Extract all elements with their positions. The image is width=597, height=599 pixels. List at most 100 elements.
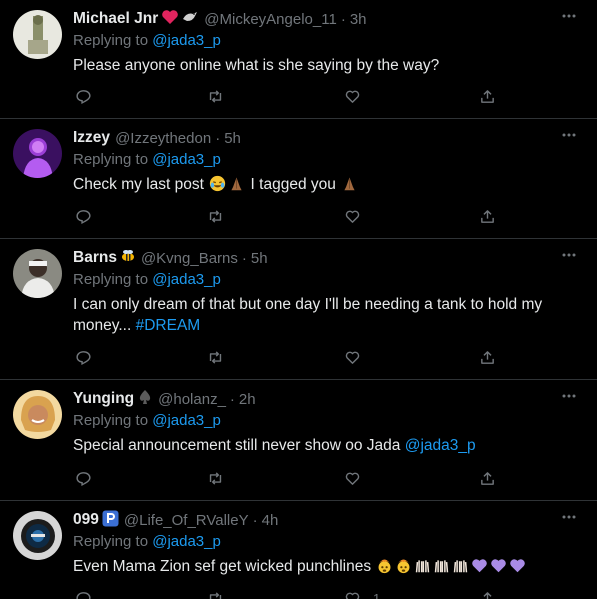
avatar[interactable] [13,129,62,178]
tweet[interactable]: Barns @Kvng_Barns · 5h Replying to @jada… [0,239,597,380]
reply-button[interactable] [75,86,95,106]
timestamp[interactable]: 5h [224,130,241,147]
more-options-icon[interactable] [561,512,577,522]
purple-heart-emoji [490,557,507,574]
more-options-icon[interactable] [561,250,577,260]
reply-button[interactable] [75,588,95,599]
raised-hands-emoji [452,557,469,574]
purple-heart-emoji [509,557,526,574]
replying-to: Replying to @jada3_p [73,32,577,52]
like-button[interactable] [344,86,364,106]
eagle-icon [181,9,199,29]
handle[interactable]: @Kvng_Barns [141,250,238,267]
timestamp[interactable]: 3h [350,11,367,28]
exploding-head-emoji [376,557,393,574]
display-name[interactable]: Michael Jnr [73,10,158,28]
replying-to: Replying to @jada3_p [73,271,577,291]
hashtag-link[interactable]: #DREAM [136,317,201,334]
tweet-text: Even Mama Zion sef get wicked punchlines [73,556,577,577]
display-name[interactable]: Barns [73,249,117,267]
replying-to-mention[interactable]: @jada3_p [152,533,221,550]
purple-heart-emoji [471,557,488,574]
handle[interactable]: @MickeyAngelo_11 [204,11,337,28]
tweet[interactable]: Izzey @Izzeythedon · 5h Replying to @jad… [0,119,597,239]
replying-to-mention[interactable]: @jada3_p [152,412,221,429]
reply-button[interactable] [75,347,95,367]
display-name[interactable]: 099 [73,511,99,529]
tweet[interactable]: Yunging @holanz_ · 2h Replying to @jada3… [0,380,597,501]
separator-dot: · [229,390,235,408]
reply-icon [75,470,92,487]
retweet-icon [207,349,224,366]
retweet-icon [207,208,224,225]
retweet-button[interactable] [207,86,227,106]
tweet-actions [73,206,503,226]
separator-dot: · [252,511,258,529]
replying-to-mention[interactable]: @jada3_p [152,151,221,168]
share-button[interactable] [479,468,499,488]
share-button[interactable] [479,86,499,106]
handle[interactable]: @Izzeythedon [115,130,211,147]
retweet-button[interactable] [207,347,227,367]
tweet[interactable]: Michael Jnr @MickeyAngelo_11 · 3h Replyi… [0,0,597,119]
retweet-button[interactable] [207,588,227,599]
retweet-icon [207,88,224,105]
replying-to-label: Replying to [73,151,153,168]
share-icon [479,349,496,366]
like-button[interactable] [344,347,364,367]
share-icon [479,208,496,225]
display-name[interactable]: Yunging [73,390,134,408]
tweet[interactable]: 099 @Life_Of_RValleY · 4h Replying to @j… [0,501,597,599]
more-options-icon[interactable] [561,391,577,401]
like-count: 1 [373,590,381,599]
retweet-icon [207,590,224,599]
crying-laughing-emoji [209,175,226,192]
timestamp[interactable]: 4h [262,512,279,529]
separator-dot: · [340,10,346,28]
avatar[interactable] [13,10,62,59]
like-button[interactable] [344,206,364,226]
share-icon [479,88,496,105]
replying-to: Replying to @jada3_p [73,533,577,553]
more-options-icon[interactable] [561,11,577,21]
retweet-button[interactable] [207,206,227,226]
timestamp[interactable]: 5h [251,250,268,267]
reply-icon [75,349,92,366]
handle[interactable]: @Life_Of_RValleY [124,512,249,529]
share-button[interactable] [479,206,499,226]
tweet-text: Special announcement still never show oo… [73,435,577,456]
reply-button[interactable] [75,206,95,226]
avatar[interactable] [13,249,62,298]
separator-dot: · [241,249,247,267]
replying-to-mention[interactable]: @jada3_p [152,271,221,288]
timestamp[interactable]: 2h [239,391,256,408]
spade-icon [137,389,153,409]
avatar[interactable] [13,390,62,439]
like-button[interactable] [344,468,364,488]
tweet-text: I can only dream of that but one day I'l… [73,294,577,336]
share-button[interactable] [479,588,499,599]
like-button[interactable]: 1 [344,588,380,599]
tweet-text-part: Special announcement still never show oo… [73,437,405,454]
reply-icon [75,88,92,105]
like-icon [344,590,361,599]
replying-to: Replying to @jada3_p [73,151,577,171]
replying-to-label: Replying to [73,32,153,49]
replying-to-label: Replying to [73,533,153,550]
replying-to-mention[interactable]: @jada3_p [152,32,221,49]
share-button[interactable] [479,347,499,367]
avatar[interactable] [13,511,62,560]
reply-button[interactable] [75,468,95,488]
tweet-text-part: Check my last post [73,176,209,193]
display-name[interactable]: Izzey [73,129,110,147]
share-icon [479,470,496,487]
like-icon [344,88,361,105]
folded-hands-emoji [228,175,245,192]
tweet-actions [73,86,503,106]
mention-link[interactable]: @jada3_p [405,437,476,454]
retweet-button[interactable] [207,468,227,488]
like-icon [344,208,361,225]
handle[interactable]: @holanz_ [158,391,226,408]
like-icon [344,470,361,487]
more-options-icon[interactable] [561,130,577,140]
